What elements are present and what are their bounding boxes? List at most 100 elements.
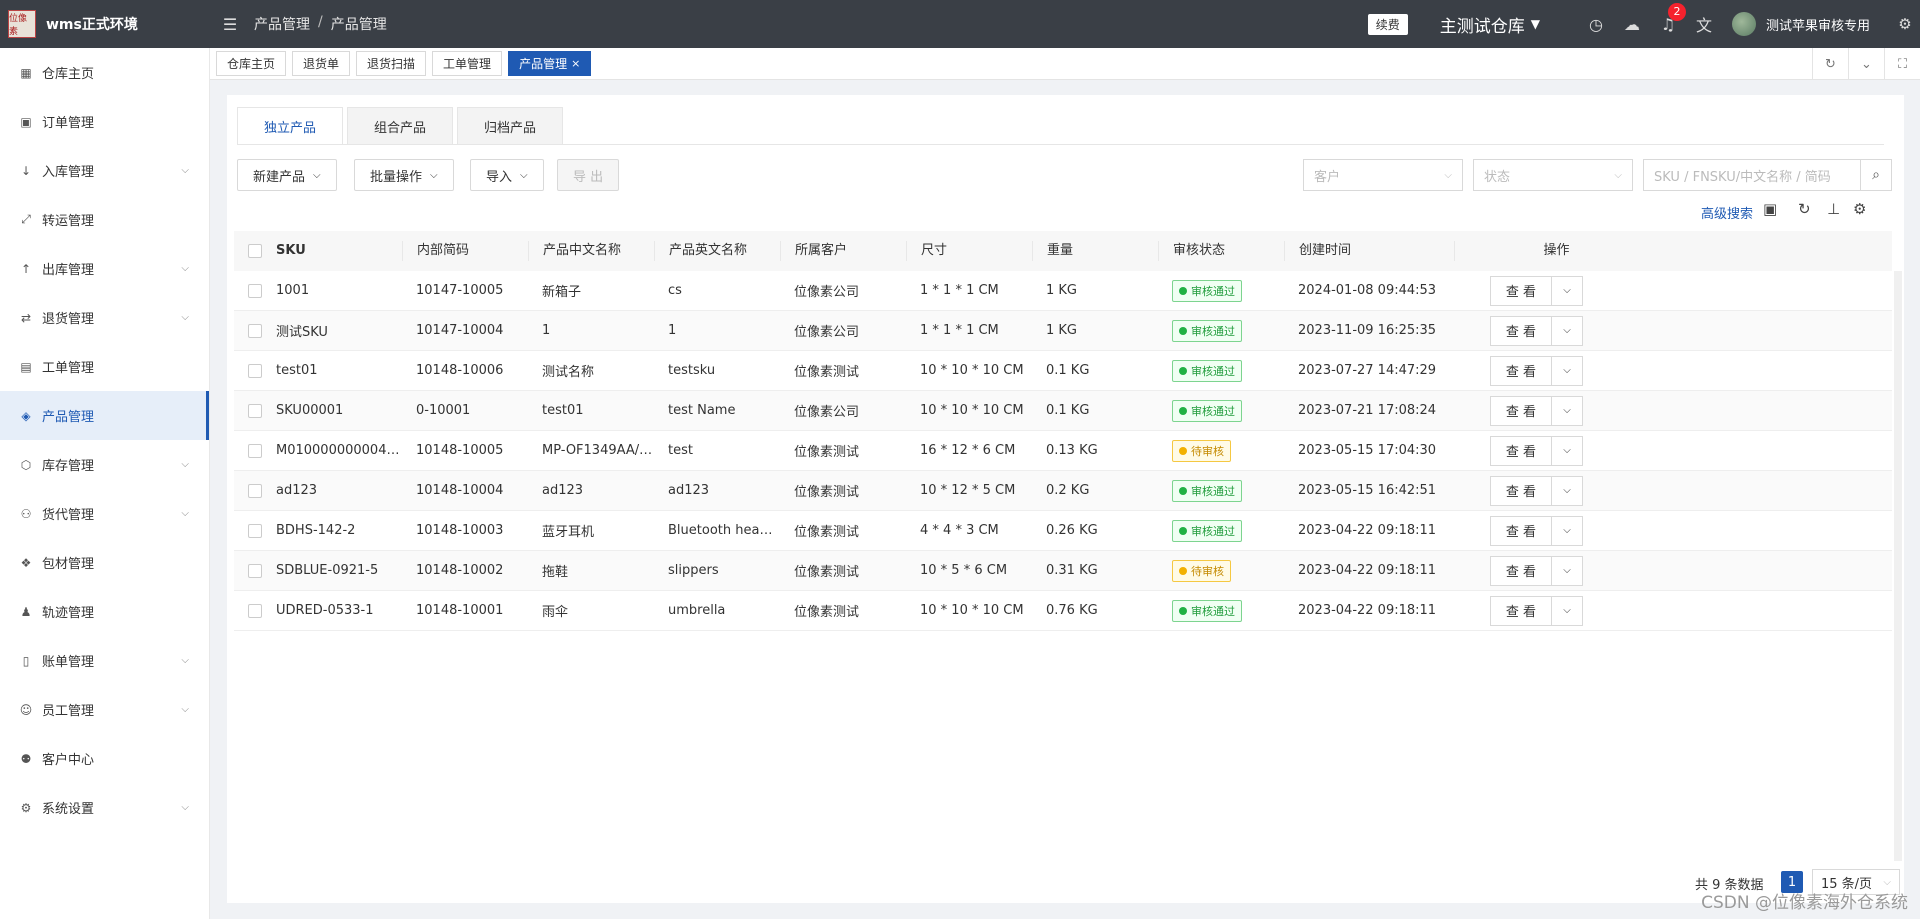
chevron-down-icon[interactable]: ⌄	[1848, 48, 1884, 80]
sidebar-item-label: 系统设置	[42, 802, 95, 817]
sidebar-item-label: 仓库主页	[42, 67, 95, 82]
import-button[interactable]: 导入 ⌵	[470, 159, 544, 191]
sidebar-item[interactable]: ⤢ 转运管理	[0, 195, 209, 244]
view-button[interactable]: 查 看	[1490, 395, 1552, 426]
new-product-button[interactable]: 新建产品 ⌵	[237, 159, 337, 191]
select-all-checkbox[interactable]	[248, 244, 262, 258]
more-actions-button[interactable]: ⌵	[1552, 435, 1583, 466]
row-checkbox[interactable]	[248, 523, 262, 538]
view-button[interactable]: 查 看	[1490, 595, 1552, 626]
page-tab[interactable]: 退货扫描	[356, 51, 427, 76]
cell-code: 10148-10001	[416, 603, 504, 618]
sidebar-item-label: 账单管理	[42, 655, 95, 670]
sidebar-item-label: 包材管理	[42, 557, 95, 572]
close-icon[interactable]: ×	[571, 57, 580, 70]
caret-down-icon[interactable]: ▼	[1531, 17, 1540, 31]
sidebar-item[interactable]: ❖ 包材管理	[0, 538, 209, 587]
status-badge: 审核通过	[1172, 279, 1242, 302]
cloud-upload-icon[interactable]: ☁	[1614, 15, 1650, 34]
more-actions-button[interactable]: ⌵	[1552, 315, 1583, 346]
page-tab-label: 产品管理	[519, 57, 568, 71]
breadcrumb-item[interactable]: 产品管理	[254, 14, 310, 34]
sidebar-item[interactable]: ♟ 轨迹管理	[0, 587, 209, 636]
more-actions-button[interactable]: ⌵	[1552, 475, 1583, 506]
settings-icon: ⚙	[20, 800, 32, 815]
batch-ops-button[interactable]: 批量操作 ⌵	[354, 159, 454, 191]
row-checkbox[interactable]	[248, 563, 262, 578]
page-tab[interactable]: 仓库主页	[216, 51, 287, 76]
refresh-icon[interactable]: ↻	[1812, 48, 1848, 80]
subtab[interactable]: 独立产品	[237, 107, 344, 145]
sidebar-item[interactable]: ▦ 仓库主页	[0, 48, 209, 97]
page-tab[interactable]: 工单管理	[432, 51, 503, 76]
row-checkbox[interactable]	[248, 283, 262, 298]
advanced-search-link[interactable]: 高级搜索	[1701, 203, 1753, 222]
more-actions-button[interactable]: ⌵	[1552, 595, 1583, 626]
refresh-icon[interactable]: ↻	[1798, 200, 1811, 218]
row-actions: 查 看 ⌵	[1476, 435, 1583, 466]
view-button[interactable]: 查 看	[1490, 475, 1552, 506]
density-icon[interactable]: ⊥	[1827, 200, 1840, 218]
table-scrollbar[interactable]	[1894, 271, 1902, 861]
return-icon: ⇄	[20, 310, 32, 325]
sidebar-item[interactable]: ⚉ 客户中心	[0, 734, 209, 783]
cell-code: 0-10001	[416, 403, 471, 418]
view-button[interactable]: 查 看	[1490, 515, 1552, 546]
status-select[interactable]: 状态 ⌵	[1473, 159, 1633, 191]
user-name[interactable]: 测试苹果审核专用	[1766, 15, 1870, 34]
warehouse-select[interactable]: 主测试仓库	[1440, 12, 1525, 37]
view-button[interactable]: 查 看	[1490, 435, 1552, 466]
sidebar-item[interactable]: ▣ 订单管理	[0, 97, 209, 146]
search-icon[interactable]: ⌕	[1860, 159, 1892, 191]
bell-icon[interactable]: ♫ 2	[1650, 2, 1686, 34]
row-checkbox[interactable]	[248, 483, 262, 498]
page-tab[interactable]: 产品管理 ×	[508, 51, 592, 76]
renew-button[interactable]: 续费	[1367, 13, 1408, 35]
subtab[interactable]: 组合产品	[347, 107, 454, 145]
column-header: 产品英文名称	[654, 241, 780, 261]
gear-icon[interactable]: ⚙	[1890, 15, 1920, 33]
view-button[interactable]: 查 看	[1490, 275, 1552, 306]
more-actions-button[interactable]: ⌵	[1552, 515, 1583, 546]
view-button[interactable]: 查 看	[1490, 355, 1552, 386]
more-actions-button[interactable]: ⌵	[1552, 275, 1583, 306]
export-button[interactable]: 导 出	[557, 159, 620, 191]
view-button[interactable]: 查 看	[1490, 315, 1552, 346]
row-checkbox[interactable]	[248, 443, 262, 458]
sidebar-item[interactable]: ⚇ 货代管理 ⌵	[0, 489, 209, 538]
sidebar-item[interactable]: ▯ 账单管理 ⌵	[0, 636, 209, 685]
customer-placeholder: 客户	[1314, 169, 1341, 185]
status-placeholder: 状态	[1484, 169, 1511, 185]
sidebar-item[interactable]: ☺ 员工管理 ⌵	[0, 685, 209, 734]
search-placeholder: SKU / FNSKU/中文名称 / 简码	[1654, 169, 1831, 185]
page-tab[interactable]: 退货单	[292, 51, 351, 76]
cell-weight: 0.1 KG	[1046, 403, 1090, 418]
settings-icon[interactable]: ⚙	[1853, 200, 1866, 218]
sidebar-item[interactable]: ⇄ 退货管理 ⌵	[0, 293, 209, 342]
row-checkbox[interactable]	[248, 363, 262, 378]
view-button[interactable]: 查 看	[1490, 555, 1552, 586]
row-checkbox[interactable]	[248, 403, 262, 418]
avatar[interactable]	[1731, 12, 1756, 36]
sidebar-item[interactable]: ⬡ 库存管理 ⌵	[0, 440, 209, 489]
more-actions-button[interactable]: ⌵	[1552, 395, 1583, 426]
row-checkbox[interactable]	[248, 323, 262, 338]
row-checkbox[interactable]	[248, 603, 262, 618]
column-config-icon[interactable]: ▣	[1763, 200, 1777, 218]
customer-select[interactable]: 客户 ⌵	[1303, 159, 1463, 191]
history-icon[interactable]: ◷	[1578, 15, 1614, 34]
sidebar-item[interactable]: ▤ 工单管理	[0, 342, 209, 391]
sidebar-item[interactable]: ⚙ 系统设置 ⌵	[0, 783, 209, 832]
more-actions-button[interactable]: ⌵	[1552, 555, 1583, 586]
fullscreen-icon[interactable]: ⛶	[1884, 48, 1920, 80]
search-input[interactable]: SKU / FNSKU/中文名称 / 简码	[1643, 159, 1861, 191]
table-row: 1001 10147-10005 新箱子 cs 位像素公司 1 * 1 * 1 CM 1 K…	[234, 271, 1892, 311]
translate-icon[interactable]: 文	[1686, 12, 1722, 36]
sidebar-item[interactable]: ↑ 出库管理 ⌵	[0, 244, 209, 293]
chevron-down-icon: ⌵	[1883, 876, 1891, 888]
subtab[interactable]: 归档产品	[457, 107, 564, 145]
sidebar-item[interactable]: ◈ 产品管理	[0, 391, 209, 440]
menu-toggle-icon[interactable]: ☰	[220, 15, 240, 34]
sidebar-item[interactable]: ↓ 入库管理 ⌵	[0, 146, 209, 195]
more-actions-button[interactable]: ⌵	[1552, 355, 1583, 386]
